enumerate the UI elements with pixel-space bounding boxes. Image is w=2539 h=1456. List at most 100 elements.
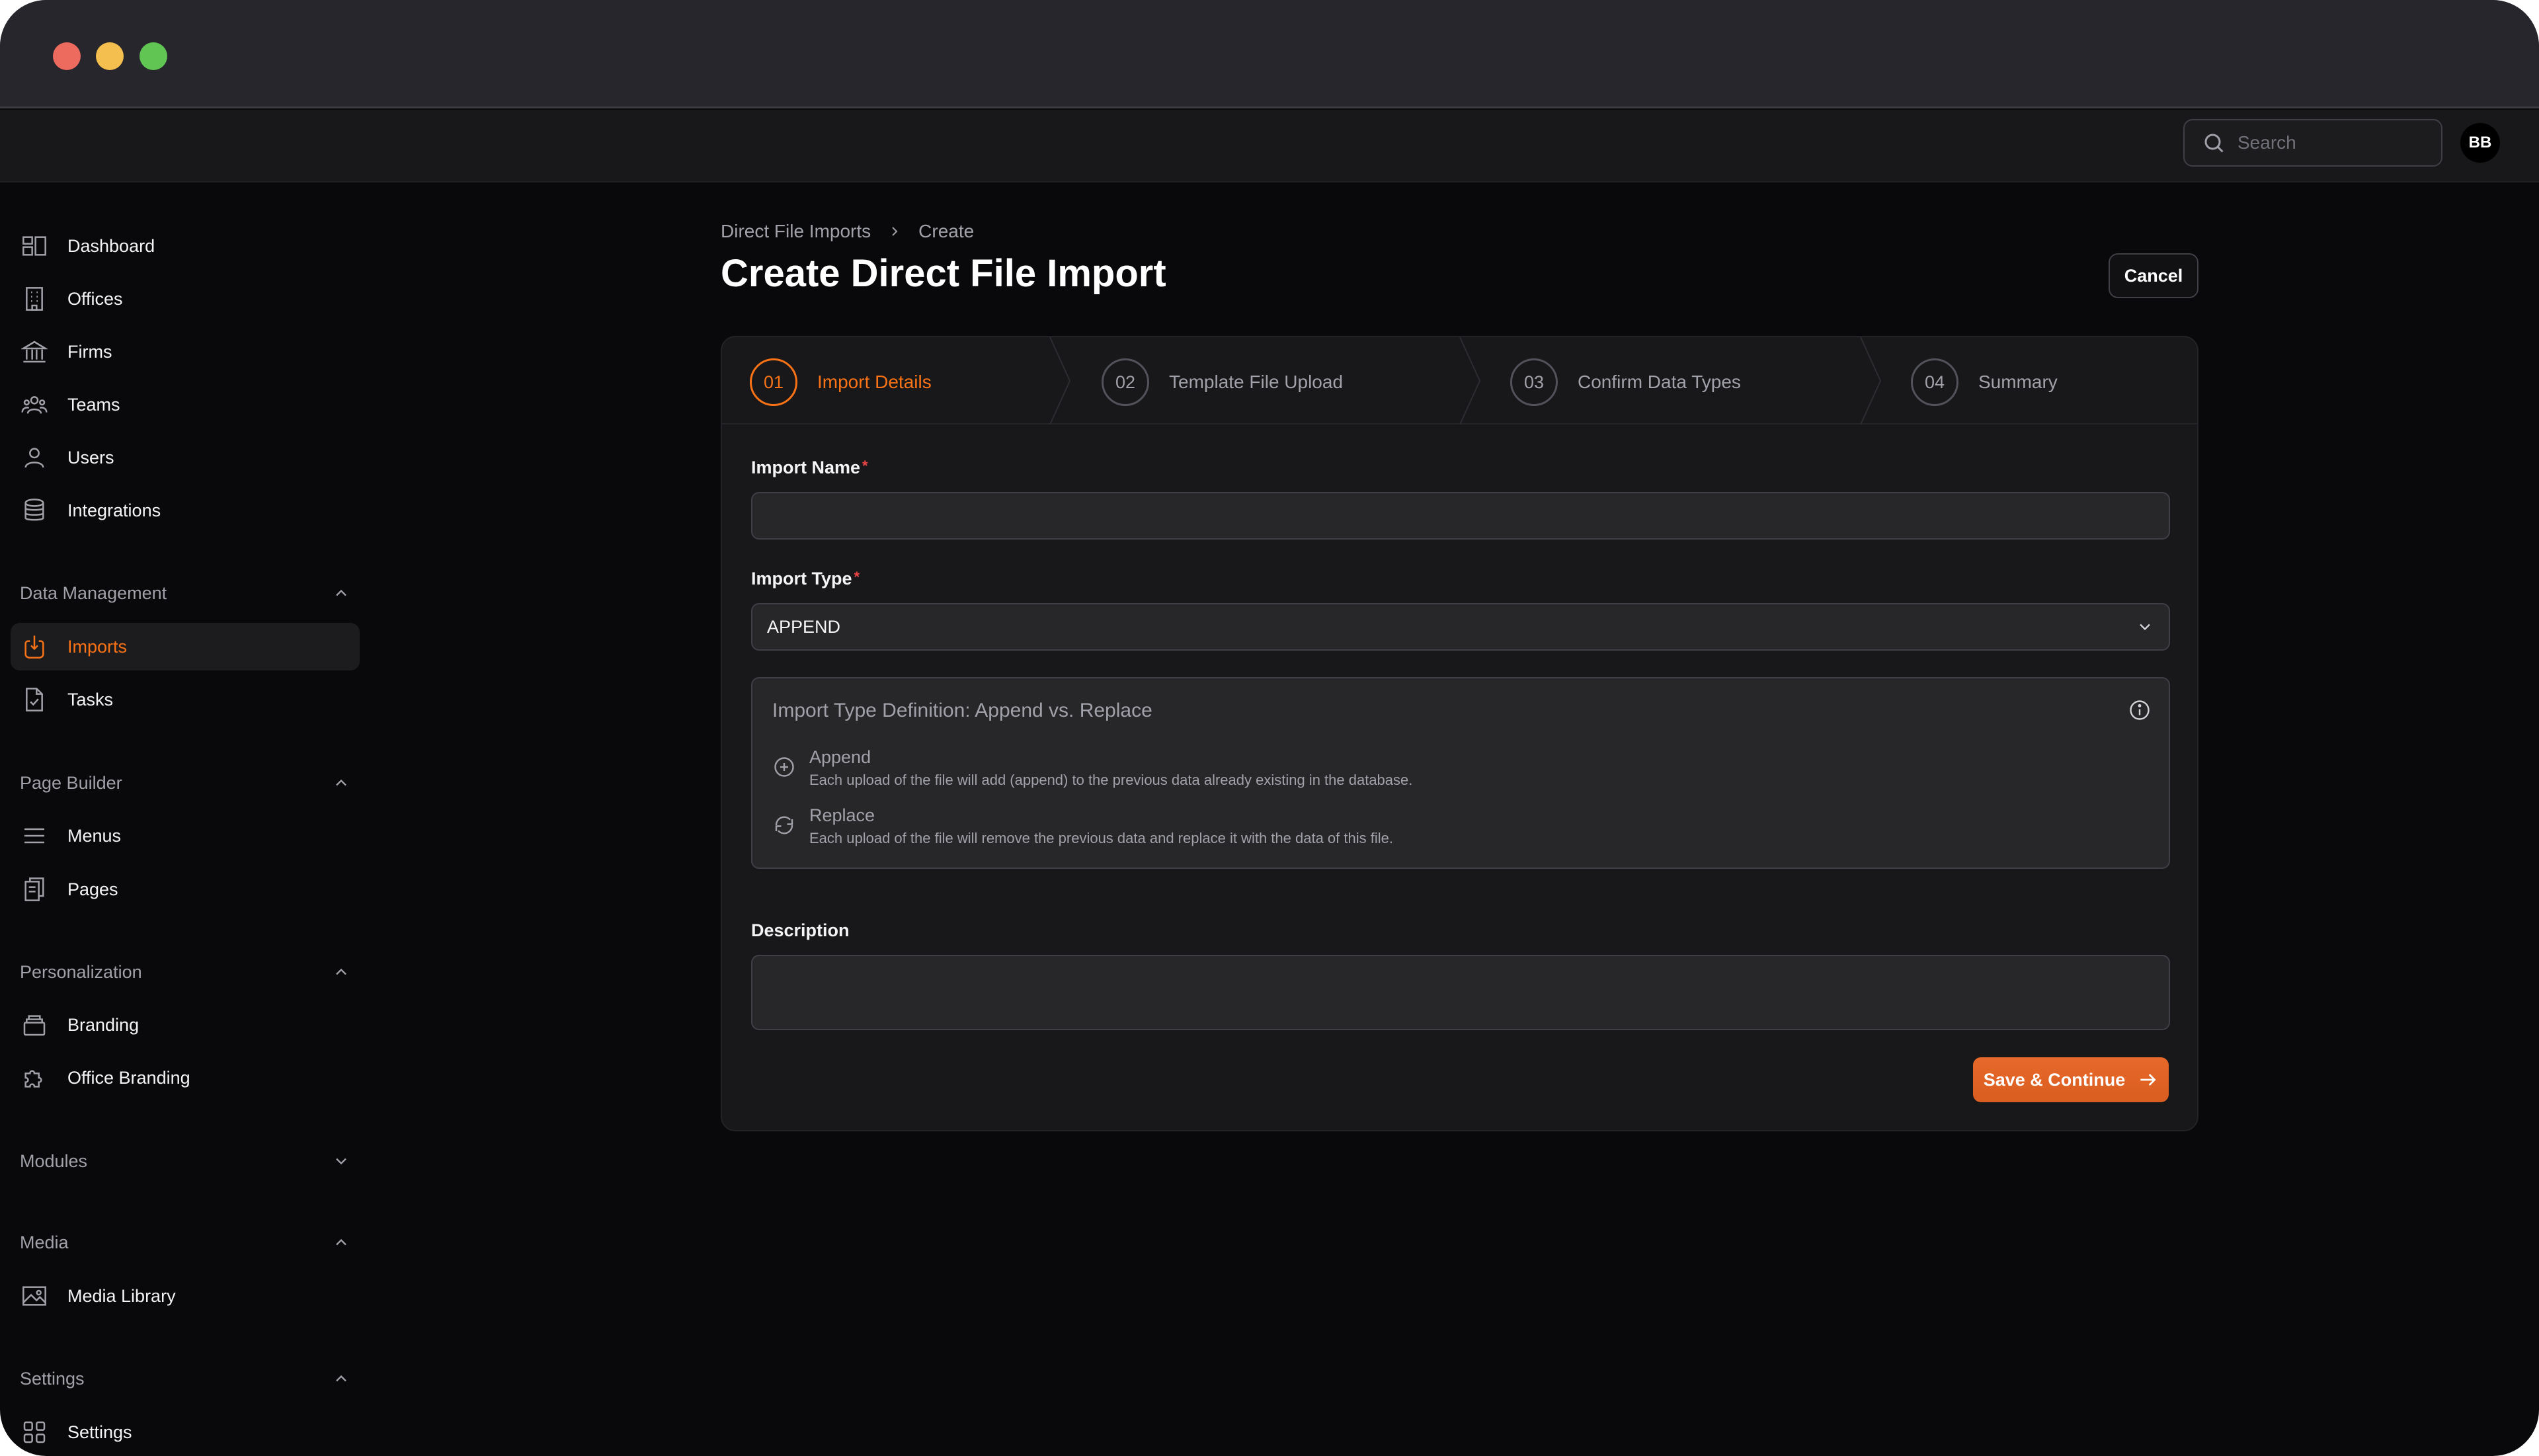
definition-replace-name: Replace [809,805,875,825]
chevron-up-icon [336,779,346,786]
sidebar-item-label: Users [67,447,114,467]
section-page-builder[interactable]: Page Builder [20,766,350,799]
section-label: Modules [20,1151,88,1171]
sidebar-item-settings[interactable]: Settings [11,1408,360,1456]
database-icon [21,497,48,524]
maximize-window-button[interactable] [140,42,167,70]
import-type-select[interactable]: APPEND [751,603,2170,651]
import-type-value: APPEND [767,616,841,637]
info-icon[interactable] [2128,698,2152,722]
import-type-definition: Import Type Definition: Append vs. Repla… [751,677,2170,869]
sidebar-item-pages[interactable]: Pages [11,866,360,913]
definition-replace: Replace Each upload of the file will rem… [772,805,1393,847]
section-label: Media [20,1232,69,1252]
step-summary[interactable]: 04 Summary [1911,358,2058,406]
task-file-icon [21,686,48,713]
step-number: 02 [1102,358,1149,406]
image-icon [21,1283,48,1309]
chevron-down-icon [2140,624,2150,631]
page-title: Create Direct File Import [721,252,1166,295]
sidebar-item-label: Settings [67,1422,132,1442]
definition-replace-description: Each upload of the file will remove the … [809,830,1393,846]
section-label: Personalization [20,961,142,982]
sidebar-item-tasks[interactable]: Tasks [11,676,360,723]
sidebar-item-integrations[interactable]: Integrations [11,487,360,534]
sidebar-item-label: Dashboard [67,235,155,256]
pages-icon [21,876,48,903]
teams-icon [21,391,48,418]
stepper: 01 Import Details 02 Template File Uploa… [722,337,2197,425]
close-window-button[interactable] [53,42,81,70]
sidebar-item-label: Pages [67,879,118,899]
save-continue-button[interactable]: Save & Continue [1973,1057,2169,1102]
sidebar-item-firms[interactable]: Firms [11,328,360,376]
sidebar-item-label: Tasks [67,689,114,709]
sidebar-item-menus[interactable]: Menus [11,812,360,860]
window-titlebar [0,0,2539,108]
definition-append-name: Append [809,747,871,767]
import-type-label-text: Import Type [751,569,852,588]
step-label: Confirm Data Types [1578,372,1741,392]
import-type-label: Import Type * [751,569,860,589]
section-settings[interactable]: Settings [20,1362,350,1395]
refresh-icon [775,816,793,834]
chevron-down-icon [336,1158,346,1165]
definition-append-description: Each upload of the file will add (append… [809,772,1413,788]
top-bar: BB [0,110,2539,182]
chevron-up-icon [336,968,346,975]
grid-icon [21,1419,48,1445]
sidebar-item-label: Offices [67,288,123,309]
breadcrumb-parent-link[interactable]: Direct File Imports [721,221,871,242]
required-mark: * [854,569,860,585]
sidebar-item-users[interactable]: Users [11,434,360,481]
section-data-management[interactable]: Data Management [20,577,350,610]
section-personalization[interactable]: Personalization [20,955,350,989]
sidebar-item-label: Office Branding [67,1067,190,1088]
search-input[interactable] [2237,132,2436,153]
avatar[interactable]: BB [2460,123,2500,163]
search-icon [2204,134,2224,153]
dashboard-icon [21,233,48,259]
step-number: 04 [1911,358,1958,406]
section-modules[interactable]: Modules [20,1145,350,1178]
minimize-window-button[interactable] [96,42,124,70]
search-box[interactable] [2183,119,2442,167]
step-divider-icon [1860,337,1882,425]
chevron-up-icon [336,1238,346,1246]
section-media[interactable]: Media [20,1226,350,1259]
import-name-input[interactable] [751,492,2170,540]
sidebar-item-office-branding[interactable]: Office Branding [11,1054,360,1102]
sidebar-item-label: Media Library [67,1285,176,1306]
sidebar-item-media-library[interactable]: Media Library [11,1272,360,1320]
app-window: BB Dashboard Offices Firms Teams Users I… [0,0,2539,1456]
chevron-up-icon [336,1375,346,1382]
import-name-label: Import Name * [751,458,868,478]
step-label: Summary [1978,372,2058,392]
step-confirm-data-types[interactable]: 03 Confirm Data Types [1510,358,1741,406]
section-label: Settings [20,1368,85,1389]
layers-icon [21,1012,48,1038]
sidebar-item-label: Integrations [67,500,161,520]
import-form-card: 01 Import Details 02 Template File Uploa… [721,336,2198,1131]
sidebar-item-branding[interactable]: Branding [11,1001,360,1049]
sidebar: Dashboard Offices Firms Teams Users Inte… [0,182,370,1456]
import-name-label-text: Import Name [751,458,861,477]
sidebar-item-imports[interactable]: Imports [11,623,360,670]
step-divider-icon [1049,337,1071,425]
cancel-button[interactable]: Cancel [2109,253,2198,298]
sidebar-item-label: Teams [67,394,120,415]
sidebar-item-teams[interactable]: Teams [11,381,360,428]
sidebar-item-label: Branding [67,1014,140,1035]
arrow-right-icon [2140,1074,2156,1086]
description-textarea[interactable] [751,955,2170,1030]
chevron-right-icon [892,227,898,236]
breadcrumb: Direct File Imports Create [721,221,974,242]
description-label: Description [751,920,850,940]
step-template-file-upload[interactable]: 02 Template File Upload [1102,358,1343,406]
sidebar-item-label: Imports [67,636,128,657]
step-import-details[interactable]: 01 Import Details [750,358,932,406]
sidebar-item-dashboard[interactable]: Dashboard [11,222,360,270]
puzzle-icon [21,1065,48,1091]
sidebar-item-offices[interactable]: Offices [11,275,360,323]
import-icon [21,633,48,660]
